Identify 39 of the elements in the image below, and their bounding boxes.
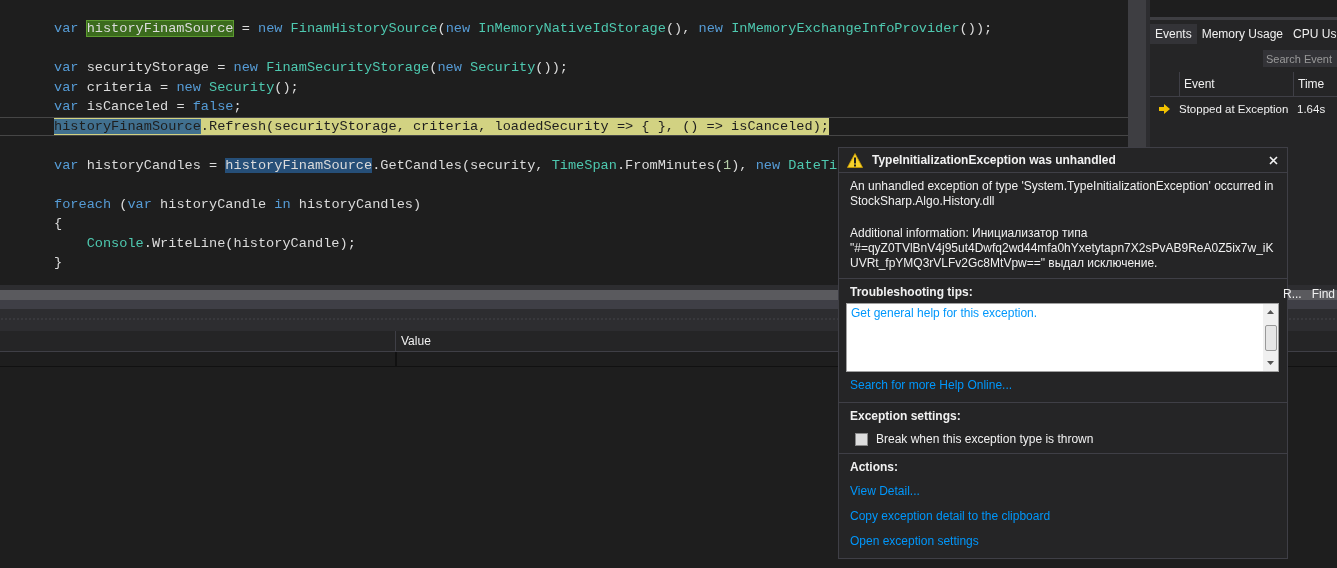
scrollbar[interactable] xyxy=(1263,304,1278,371)
section-heading: Troubleshooting tips: xyxy=(850,285,974,299)
exception-message: An unhandled exception of type 'System.TypeInitializationException' occurred in StockSharp.Algo.History.dll xyxy=(850,179,1275,209)
tab[interactable]: Find xyxy=(1309,287,1337,301)
checkbox-label[interactable]: Break when this exception type is thrown xyxy=(876,432,1094,446)
code-line: var historyFinamSource = new FinamHistorySource(new InMemoryNativeIdStorage(), new InMemoryExchangeInfoProvider()); xyxy=(54,20,993,38)
section-heading: Exception settings: xyxy=(850,409,962,423)
action-link[interactable]: Copy exception detail to the clipboard xyxy=(850,509,1051,524)
warning-icon xyxy=(847,152,863,168)
code-line: var historyCandles = historyFinamSource.GetCandles(security, TimeSpan.FromMinutes(1), new DateTi xyxy=(54,156,838,174)
code-line: foreach (var historyCandle in historyCandles) xyxy=(54,195,422,213)
code-line: var criteria = new Security(); xyxy=(54,78,299,96)
help-link[interactable]: Search for more Help Online... xyxy=(850,378,1013,393)
popup-title: TypeInitializationException was unhandled xyxy=(872,153,1117,167)
arrow-icon xyxy=(1159,104,1170,114)
tab[interactable]: CPU Us xyxy=(1288,24,1337,44)
close-icon xyxy=(1268,155,1278,165)
column-header[interactable]: Event xyxy=(1180,72,1294,96)
column-header[interactable]: Time xyxy=(1294,72,1329,96)
table-cell-text: Stopped at Exception xyxy=(1179,103,1290,115)
search-field[interactable]: Search Event xyxy=(1263,50,1337,67)
column-header[interactable]: Value xyxy=(396,331,436,351)
action-link[interactable]: View Detail... xyxy=(850,484,920,499)
additional-information: Additional information: Инициализатор типа "#=qyZ0TVlBnV4j95ut4Dwfq2wd44mfa0hYxetytapn7X2sPvAB9ReA0Z5ix7w_iKUVRt_fpYMQ3rVLFv2Gc8MtVpw==" выдал исключение. xyxy=(850,226,1275,271)
code-line: var securityStorage = new FinamSecurityStorage(new Security()); xyxy=(54,59,568,77)
section-heading: Actions: xyxy=(850,460,899,474)
code-line: } xyxy=(54,254,63,272)
scroll-thumb[interactable] xyxy=(1264,324,1277,351)
table-cell-text: 1.64s xyxy=(1296,103,1326,115)
close-button[interactable] xyxy=(1267,154,1279,166)
checkbox[interactable] xyxy=(855,432,868,446)
tab[interactable]: R... xyxy=(1281,287,1304,301)
scroll-down-icon xyxy=(1267,361,1274,365)
action-link[interactable]: Open exception settings xyxy=(850,534,979,549)
code-line: Console.WriteLine(historyCandle); xyxy=(85,234,356,252)
tab[interactable]: Memory Usage xyxy=(1196,24,1289,44)
tab[interactable]: Events xyxy=(1150,24,1197,44)
code-line: { xyxy=(54,215,63,233)
code-line: var isCanceled = false; xyxy=(54,98,242,116)
